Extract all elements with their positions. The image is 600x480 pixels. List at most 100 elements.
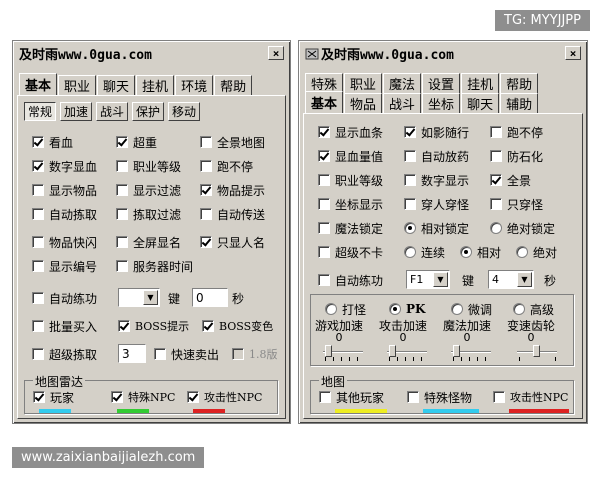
opt-hp-value[interactable]: 显血量值: [318, 148, 383, 164]
radio[interactable]: [325, 303, 337, 315]
checkbox[interactable]: [111, 391, 123, 403]
tab-help[interactable]: 帮助: [214, 75, 253, 95]
checkbox[interactable]: [490, 126, 502, 138]
auto-practice-interval-select[interactable]: 4 ▼: [488, 270, 534, 289]
opt-run-nonstop[interactable]: 跑不停: [200, 158, 253, 174]
opt-item-hint[interactable]: 物品提示: [200, 182, 265, 198]
opt-quick-sell[interactable]: 快速卖出: [154, 346, 219, 362]
opt-auto-teleport[interactable]: 自动传送: [200, 206, 265, 222]
checkbox[interactable]: [200, 160, 212, 172]
subtab-move[interactable]: 移动: [168, 102, 201, 121]
radio-pk[interactable]: PK: [389, 301, 425, 317]
radio-relative[interactable]: 相对: [460, 244, 501, 260]
checkbox[interactable]: [490, 198, 502, 210]
checkbox[interactable]: [116, 208, 128, 220]
opt-follow[interactable]: 如影随行: [404, 124, 469, 140]
opt-auto-practice[interactable]: 自动练功: [32, 290, 97, 306]
checkbox[interactable]: [318, 174, 330, 186]
subtab-protect[interactable]: 保护: [132, 102, 165, 121]
subtab-combat[interactable]: 战斗: [96, 102, 129, 121]
super-pickup-value-input[interactable]: 3: [118, 344, 146, 363]
left-title-bar[interactable]: 及时雨www.0gua.com ×: [16, 44, 287, 63]
opt-super-pickup[interactable]: 超级拣取: [32, 346, 97, 362]
opt-show-id[interactable]: 显示编号: [32, 258, 97, 274]
opt-magic-lock[interactable]: 魔法锁定: [318, 220, 383, 236]
opt-auto-potion[interactable]: 自动放药: [404, 148, 469, 164]
opt-super-nolag[interactable]: 超级不卡: [318, 244, 383, 260]
map-hostile-npc[interactable]: 攻击性NPC: [493, 389, 568, 405]
attack-speed-slider-thumb[interactable]: [389, 345, 396, 357]
radar-player[interactable]: 玩家: [33, 389, 74, 405]
radio[interactable]: [404, 222, 416, 234]
checkbox[interactable]: [116, 136, 128, 148]
checkbox[interactable]: [200, 236, 212, 248]
checkbox[interactable]: [32, 208, 44, 220]
opt-pass-through-monsters[interactable]: 只穿怪: [490, 196, 543, 212]
radio-continuous[interactable]: 连续: [404, 244, 445, 260]
opt-server-time[interactable]: 服务器时间: [116, 258, 193, 274]
checkbox[interactable]: [200, 208, 212, 220]
checkbox[interactable]: [118, 320, 130, 332]
checkbox[interactable]: [32, 136, 44, 148]
checkbox[interactable]: [116, 160, 128, 172]
opt-job-level[interactable]: 职业等级: [318, 172, 383, 188]
opt-job-level[interactable]: 职业等级: [116, 158, 181, 174]
opt-pickup-filter[interactable]: 拣取过滤: [116, 206, 181, 222]
radar-special-npc[interactable]: 特殊NPC: [111, 389, 175, 405]
checkbox[interactable]: [200, 184, 212, 196]
checkbox[interactable]: [116, 236, 128, 248]
tab-coords[interactable]: 坐标: [422, 93, 461, 113]
radio[interactable]: [404, 246, 416, 258]
subtab-speed[interactable]: 加速: [60, 102, 93, 121]
chevron-down-icon[interactable]: ▼: [433, 272, 448, 287]
opt-boss-color[interactable]: BOSS变色: [202, 318, 273, 334]
checkbox[interactable]: [404, 198, 416, 210]
auto-practice-key-select[interactable]: F1 ▼: [406, 270, 450, 289]
opt-show-items[interactable]: 显示物品: [32, 182, 97, 198]
tab-profession[interactable]: 职业: [344, 73, 383, 93]
auto-practice-interval-input[interactable]: 0: [192, 288, 228, 307]
right-close-button[interactable]: ×: [565, 46, 581, 60]
opt-only-player-names[interactable]: 只显人名: [200, 234, 265, 250]
radio-advanced[interactable]: 高级: [513, 301, 554, 317]
checkbox[interactable]: [404, 126, 416, 138]
map-other-players[interactable]: 其他玩家: [319, 389, 384, 405]
opt-item-flash[interactable]: 物品快闪: [32, 234, 97, 250]
checkbox[interactable]: [200, 136, 212, 148]
tab-chat[interactable]: 聊天: [461, 93, 500, 113]
checkbox[interactable]: [116, 260, 128, 272]
checkbox[interactable]: [318, 222, 330, 234]
tab-help[interactable]: 帮助: [500, 73, 539, 93]
checkbox[interactable]: [318, 150, 330, 162]
radio[interactable]: [460, 246, 472, 258]
radio-fine-tune[interactable]: 微调: [451, 301, 492, 317]
checkbox[interactable]: [318, 198, 330, 210]
checkbox[interactable]: [187, 391, 199, 403]
radio[interactable]: [513, 303, 525, 315]
auto-practice-key-select[interactable]: ▼: [118, 288, 160, 307]
tab-settings[interactable]: 设置: [422, 73, 461, 93]
tab-idle[interactable]: 挂机: [136, 75, 175, 95]
chevron-down-icon[interactable]: ▼: [517, 272, 532, 287]
checkbox[interactable]: [154, 348, 166, 360]
opt-overweight[interactable]: 超重: [116, 134, 157, 150]
tab-basic[interactable]: 基本: [19, 73, 58, 95]
tab-idle[interactable]: 挂机: [461, 73, 500, 93]
radio[interactable]: [389, 303, 401, 315]
checkbox[interactable]: [404, 150, 416, 162]
checkbox[interactable]: [32, 236, 44, 248]
radar-hostile-npc[interactable]: 攻击性NPC: [187, 389, 262, 405]
radio-absolute[interactable]: 绝对: [516, 244, 557, 260]
checkbox[interactable]: [32, 160, 44, 172]
opt-show-hp[interactable]: 看血: [32, 134, 73, 150]
checkbox[interactable]: [318, 126, 330, 138]
opt-show-hpbar[interactable]: 显示血条: [318, 124, 383, 140]
radio-relative-lock[interactable]: 相对锁定: [404, 220, 469, 236]
left-close-button[interactable]: ×: [268, 46, 284, 60]
checkbox[interactable]: [32, 348, 44, 360]
radio[interactable]: [516, 246, 528, 258]
checkbox[interactable]: [32, 320, 44, 332]
opt-auto-practice[interactable]: 自动练功: [318, 272, 383, 288]
tab-items[interactable]: 物品: [344, 93, 383, 113]
opt-show-filter[interactable]: 显示过滤: [116, 182, 181, 198]
